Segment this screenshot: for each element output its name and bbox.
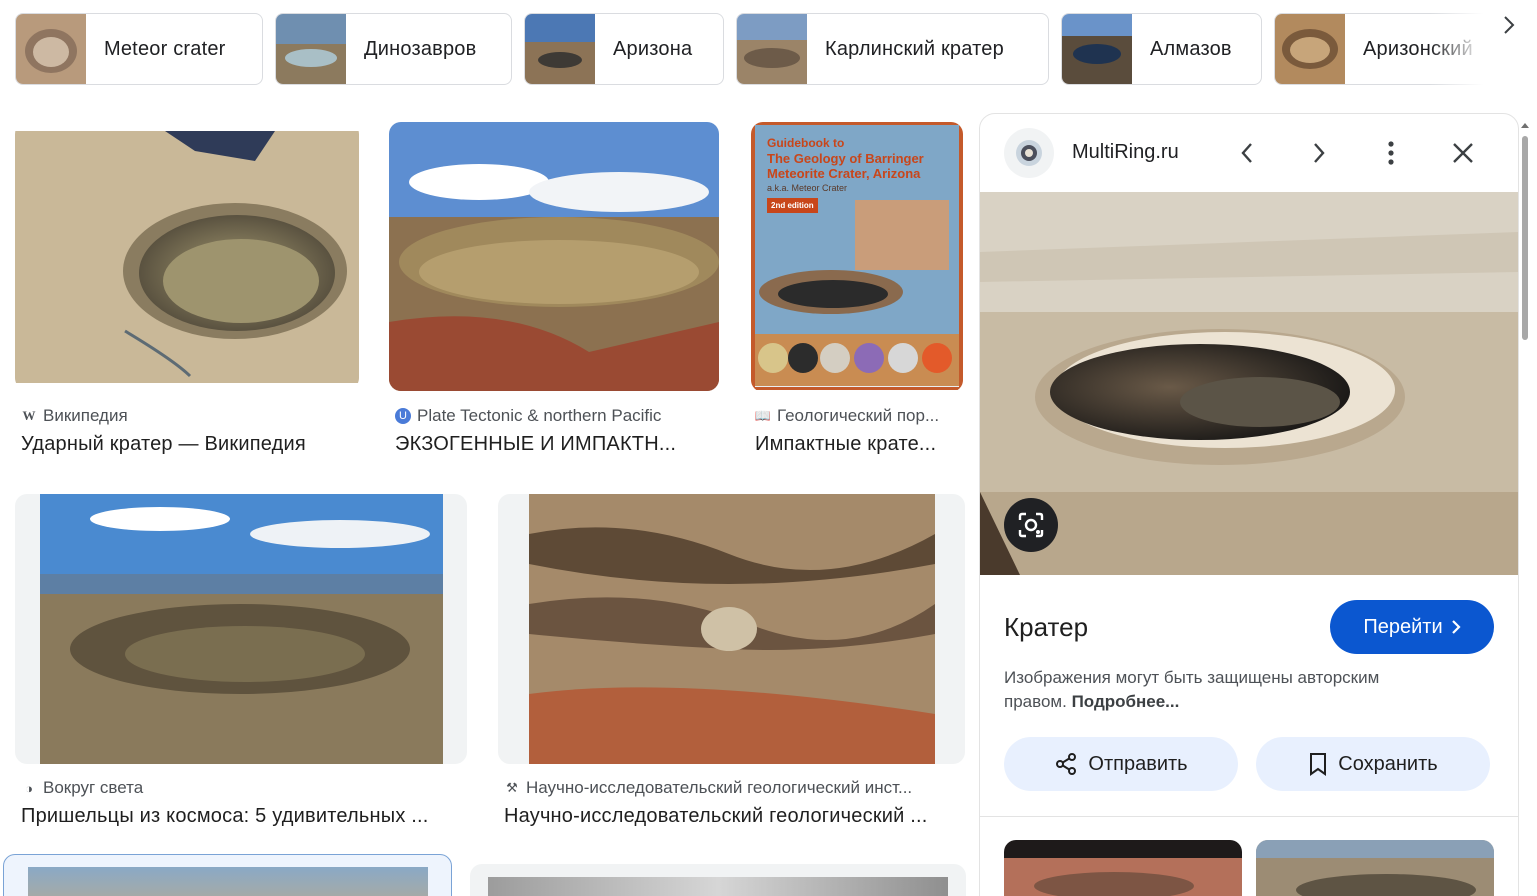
result-card[interactable]: Guidebook to The Geology of Barringer Me… <box>751 122 966 462</box>
result-card-selected[interactable] <box>3 854 452 896</box>
chevron-right-icon[interactable] <box>1301 135 1337 171</box>
chip-meteor-crater[interactable]: Meteor crater <box>15 13 263 85</box>
result-source[interactable]: U Plate Tectonic & northern Pacific <box>395 406 715 426</box>
result-image[interactable] <box>498 494 965 764</box>
more-vert-icon[interactable] <box>1373 135 1409 171</box>
chevron-right-icon[interactable] <box>1496 12 1522 38</box>
chip-thumbnail <box>737 14 807 84</box>
divider <box>980 816 1518 817</box>
chip-label: Алмазов <box>1150 37 1232 60</box>
chevron-left-icon[interactable] <box>1229 135 1265 171</box>
result-image[interactable] <box>15 494 467 764</box>
panel-scrollbar[interactable] <box>1519 118 1531 896</box>
chip-thumbnail <box>276 14 346 84</box>
chip-label: Аризона <box>613 37 693 60</box>
save-button[interactable]: Сохранить <box>1256 737 1490 791</box>
book-icon: 📖 <box>755 408 772 423</box>
chip-label: Карлинский кратер <box>825 37 1004 60</box>
result-card[interactable]: U Plate Tectonic & northern Pacific ЭКЗО… <box>389 122 721 462</box>
result-title[interactable]: Импактные крате... <box>755 433 963 456</box>
copyright-notice: Изображения могут быть защищены авторски… <box>1004 668 1380 711</box>
result-title[interactable]: Научно-исследовательский геологический .… <box>504 805 959 828</box>
result-source[interactable]: ◑ Вокруг света <box>21 778 451 798</box>
preview-image[interactable] <box>980 192 1518 575</box>
result-source[interactable]: ⚒ Научно-исследовательский геологический… <box>504 778 959 798</box>
related-searches-bar: Meteor crater Динозавров Аризона Карлинс… <box>0 0 1537 96</box>
scroll-thumb[interactable] <box>1522 136 1528 340</box>
result-card[interactable]: W Википедия Ударный кратер — Википедия <box>15 122 360 462</box>
chip-label: Meteor crater <box>104 37 226 60</box>
result-source[interactable]: W Википедия <box>21 406 341 426</box>
hammers-icon: ⚒ <box>506 780 518 795</box>
scroll-up-icon[interactable] <box>1519 120 1531 130</box>
wikipedia-icon: W <box>22 408 36 423</box>
close-icon[interactable] <box>1445 135 1481 171</box>
result-title[interactable]: Ударный кратер — Википедия <box>21 433 351 456</box>
result-image[interactable]: Guidebook to The Geology of Barringer Me… <box>751 122 963 392</box>
visit-button[interactable]: Перейти <box>1330 600 1494 654</box>
chip-dinosaurs[interactable]: Динозавров <box>275 13 512 85</box>
share-button[interactable]: Отправить <box>1004 737 1238 791</box>
result-card[interactable]: ◑ Вокруг света Пришельцы из космоса: 5 у… <box>15 494 468 834</box>
image-title: Кратер <box>1004 612 1089 642</box>
result-image[interactable] <box>28 867 428 896</box>
site-logo-icon[interactable] <box>1004 128 1054 178</box>
chip-diamonds[interactable]: Алмазов <box>1061 13 1262 85</box>
share-icon <box>1056 753 1077 775</box>
chip-arizona[interactable]: Аризона <box>524 13 724 85</box>
chip-karlinsky-crater[interactable]: Карлинский кратер <box>736 13 1049 85</box>
result-card[interactable]: ⚒ Научно-исследовательский геологический… <box>498 494 966 834</box>
chip-label: Динозавров <box>364 37 477 60</box>
result-image[interactable] <box>15 122 359 390</box>
chip-thumbnail <box>1062 14 1132 84</box>
chip-thumbnail <box>525 14 595 84</box>
result-image[interactable] <box>488 877 948 896</box>
chevron-right-icon <box>1451 620 1461 634</box>
result-source[interactable]: 📖 Геологический пор... <box>755 406 963 426</box>
related-image[interactable] <box>1256 840 1494 896</box>
result-title[interactable]: Пришельцы из космоса: 5 удивительных ... <box>21 805 461 828</box>
globe-icon: ◑ <box>25 780 33 796</box>
related-image[interactable] <box>1004 840 1242 896</box>
learn-more-link[interactable]: Подробнее... <box>1072 692 1180 711</box>
bookmark-icon <box>1310 753 1327 776</box>
result-title[interactable]: ЭКЗОГЕННЫЕ И ИМПАКТН... <box>395 433 715 456</box>
chip-thumbnail <box>16 14 86 84</box>
google-lens-icon[interactable] <box>1004 498 1058 552</box>
chip-thumbnail <box>1275 14 1345 84</box>
result-card[interactable] <box>470 864 966 896</box>
site-name[interactable]: MultiRing.ru <box>1072 141 1179 164</box>
image-search-page: Meteor crater Динозавров Аризона Карлинс… <box>0 0 1537 896</box>
result-image[interactable] <box>389 122 719 391</box>
panel-header: MultiRing.ru <box>980 114 1518 192</box>
plate-tectonic-icon: U <box>395 408 411 424</box>
preview-panel: MultiRing.ru Кратер Перейти Изображения … <box>979 113 1519 896</box>
book-cover-text: Guidebook to The Geology of Barringer Me… <box>767 136 957 213</box>
